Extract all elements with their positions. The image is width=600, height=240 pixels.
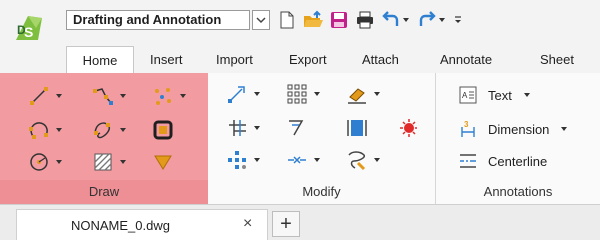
hatch-icon bbox=[94, 153, 112, 171]
draw-group: Draw bbox=[0, 73, 208, 204]
move-icon bbox=[228, 86, 245, 103]
tab-attach[interactable]: Attach bbox=[362, 52, 399, 67]
polyline-tool[interactable] bbox=[92, 83, 136, 109]
arc-icon bbox=[29, 122, 48, 139]
annotations-group: A Text 3 Dimension Centerline Annotation… bbox=[436, 73, 600, 204]
close-icon[interactable]: × bbox=[243, 215, 252, 233]
undo-dropdown-icon[interactable] bbox=[400, 9, 412, 31]
open-icon[interactable] bbox=[302, 9, 324, 31]
join-icon bbox=[288, 156, 306, 164]
tab-annotate[interactable]: Annotate bbox=[440, 52, 492, 67]
array-icon bbox=[287, 84, 307, 104]
document-tab-name: NONAME_0.dwg bbox=[71, 218, 170, 233]
document-tab-bar: NONAME_0.dwg × + bbox=[0, 205, 600, 240]
undo-icon[interactable] bbox=[380, 9, 402, 31]
scale-tool[interactable] bbox=[226, 147, 270, 173]
offset-tool[interactable] bbox=[286, 115, 330, 141]
circle-tool[interactable] bbox=[28, 149, 72, 175]
svg-text:D: D bbox=[17, 23, 26, 37]
print-icon[interactable] bbox=[354, 9, 376, 31]
explode-tool[interactable] bbox=[396, 115, 440, 141]
quick-access-toolbar: S D Drafting and Annotation bbox=[0, 0, 600, 44]
trim-icon bbox=[229, 120, 246, 136]
boundary-icon bbox=[153, 120, 173, 140]
app-logo-icon[interactable]: S D bbox=[12, 10, 48, 46]
arc-tool[interactable] bbox=[28, 117, 72, 143]
array-tool[interactable] bbox=[286, 81, 330, 107]
draw-group-label: Draw bbox=[0, 180, 208, 204]
modify-group: Modify bbox=[208, 73, 436, 204]
new-icon[interactable] bbox=[276, 9, 298, 31]
hatch-tool[interactable] bbox=[92, 149, 136, 175]
tab-insert[interactable]: Insert bbox=[150, 52, 183, 67]
erase-tool[interactable] bbox=[346, 81, 390, 107]
spline-icon bbox=[94, 122, 111, 139]
centerline-label: Centerline bbox=[488, 153, 548, 169]
customize-icon[interactable] bbox=[452, 9, 464, 31]
circle-icon bbox=[30, 153, 48, 171]
spline-tool[interactable] bbox=[92, 117, 136, 143]
trim-tool[interactable] bbox=[226, 115, 270, 141]
tab-import[interactable]: Import bbox=[216, 52, 253, 67]
redo-icon[interactable] bbox=[416, 9, 438, 31]
redo-dropdown-icon[interactable] bbox=[436, 9, 448, 31]
ribbon-tab-bar: Home Insert Import Export Attach Annotat… bbox=[0, 44, 600, 74]
wipeout-tool[interactable] bbox=[152, 149, 196, 175]
offset-icon bbox=[289, 120, 304, 136]
svg-text:A: A bbox=[462, 91, 468, 100]
centerline-button[interactable]: Centerline bbox=[458, 149, 547, 173]
text-label: Text bbox=[488, 87, 512, 103]
tab-home[interactable]: Home bbox=[66, 46, 134, 74]
line-icon bbox=[30, 87, 48, 105]
text-button[interactable]: A Text bbox=[458, 83, 530, 107]
tab-export[interactable]: Export bbox=[289, 52, 327, 67]
modify-group-label: Modify bbox=[302, 184, 341, 199]
ribbon-panel: Draw Modify A Text 3 Dimension Centerlin… bbox=[0, 73, 600, 205]
explode-icon bbox=[400, 119, 417, 137]
centerline-icon bbox=[460, 154, 476, 168]
text-icon: A bbox=[459, 86, 477, 104]
triangle-icon bbox=[154, 155, 172, 170]
scale-icon bbox=[228, 151, 246, 169]
workspace-dropdown-button[interactable] bbox=[252, 10, 270, 30]
move-tool[interactable] bbox=[226, 81, 270, 107]
dimension-label: Dimension bbox=[488, 121, 550, 137]
edit-spline-icon bbox=[348, 151, 366, 171]
svg-text:3: 3 bbox=[464, 120, 469, 129]
dimension-icon: 3 bbox=[461, 120, 475, 137]
workspace-select[interactable]: Drafting and Annotation bbox=[66, 10, 250, 30]
add-tab-button[interactable]: + bbox=[272, 211, 300, 237]
align-icon bbox=[347, 120, 367, 136]
points-icon bbox=[155, 88, 171, 105]
edit-spline-tool[interactable] bbox=[346, 147, 390, 173]
boundary-tool[interactable] bbox=[152, 117, 196, 143]
polyline-icon bbox=[93, 88, 113, 105]
align-tool[interactable] bbox=[346, 115, 390, 141]
join-tool[interactable] bbox=[286, 147, 330, 173]
eraser-icon bbox=[348, 88, 366, 104]
save-icon[interactable] bbox=[328, 9, 350, 31]
line-tool[interactable] bbox=[28, 83, 72, 109]
dimension-button[interactable]: 3 Dimension bbox=[458, 117, 568, 141]
document-tab[interactable]: NONAME_0.dwg × bbox=[16, 209, 268, 240]
annotations-group-label: Annotations bbox=[483, 184, 553, 199]
tab-sheet[interactable]: Sheet bbox=[540, 52, 574, 67]
points-tool[interactable] bbox=[152, 83, 196, 109]
